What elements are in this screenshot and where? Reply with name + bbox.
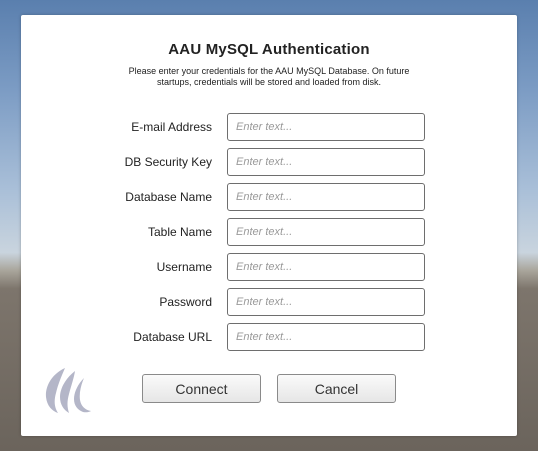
database-url-field[interactable] bbox=[227, 323, 425, 351]
username-field[interactable] bbox=[227, 253, 425, 281]
password-row: Password bbox=[21, 288, 517, 316]
password-field[interactable] bbox=[227, 288, 425, 316]
email-row: E-mail Address bbox=[21, 113, 517, 141]
connect-button[interactable]: Connect bbox=[142, 374, 261, 403]
database-url-label: Database URL bbox=[133, 330, 212, 344]
dialog-title: AAU MySQL Authentication bbox=[168, 41, 370, 58]
aau-wave-logo-icon bbox=[42, 366, 92, 416]
database-url-row: Database URL bbox=[21, 323, 517, 351]
dialog-subtitle: Please enter your credentials for the AA… bbox=[128, 66, 410, 87]
database-name-label: Database Name bbox=[125, 190, 212, 204]
email-field[interactable] bbox=[227, 113, 425, 141]
table-name-row: Table Name bbox=[21, 218, 517, 246]
database-name-field[interactable] bbox=[227, 183, 425, 211]
email-label: E-mail Address bbox=[131, 120, 212, 134]
table-name-label: Table Name bbox=[147, 225, 212, 239]
authentication-dialog: AAU MySQL Authentication Please enter yo… bbox=[21, 15, 517, 436]
security-key-row: DB Security Key bbox=[21, 148, 517, 176]
username-label: Username bbox=[156, 260, 212, 274]
password-label: Password bbox=[159, 295, 212, 309]
security-key-label: DB Security Key bbox=[124, 155, 212, 169]
security-key-field[interactable] bbox=[227, 148, 425, 176]
database-name-row: Database Name bbox=[21, 183, 517, 211]
table-name-field[interactable] bbox=[227, 218, 425, 246]
username-row: Username bbox=[21, 253, 517, 281]
cancel-button[interactable]: Cancel bbox=[277, 374, 396, 403]
